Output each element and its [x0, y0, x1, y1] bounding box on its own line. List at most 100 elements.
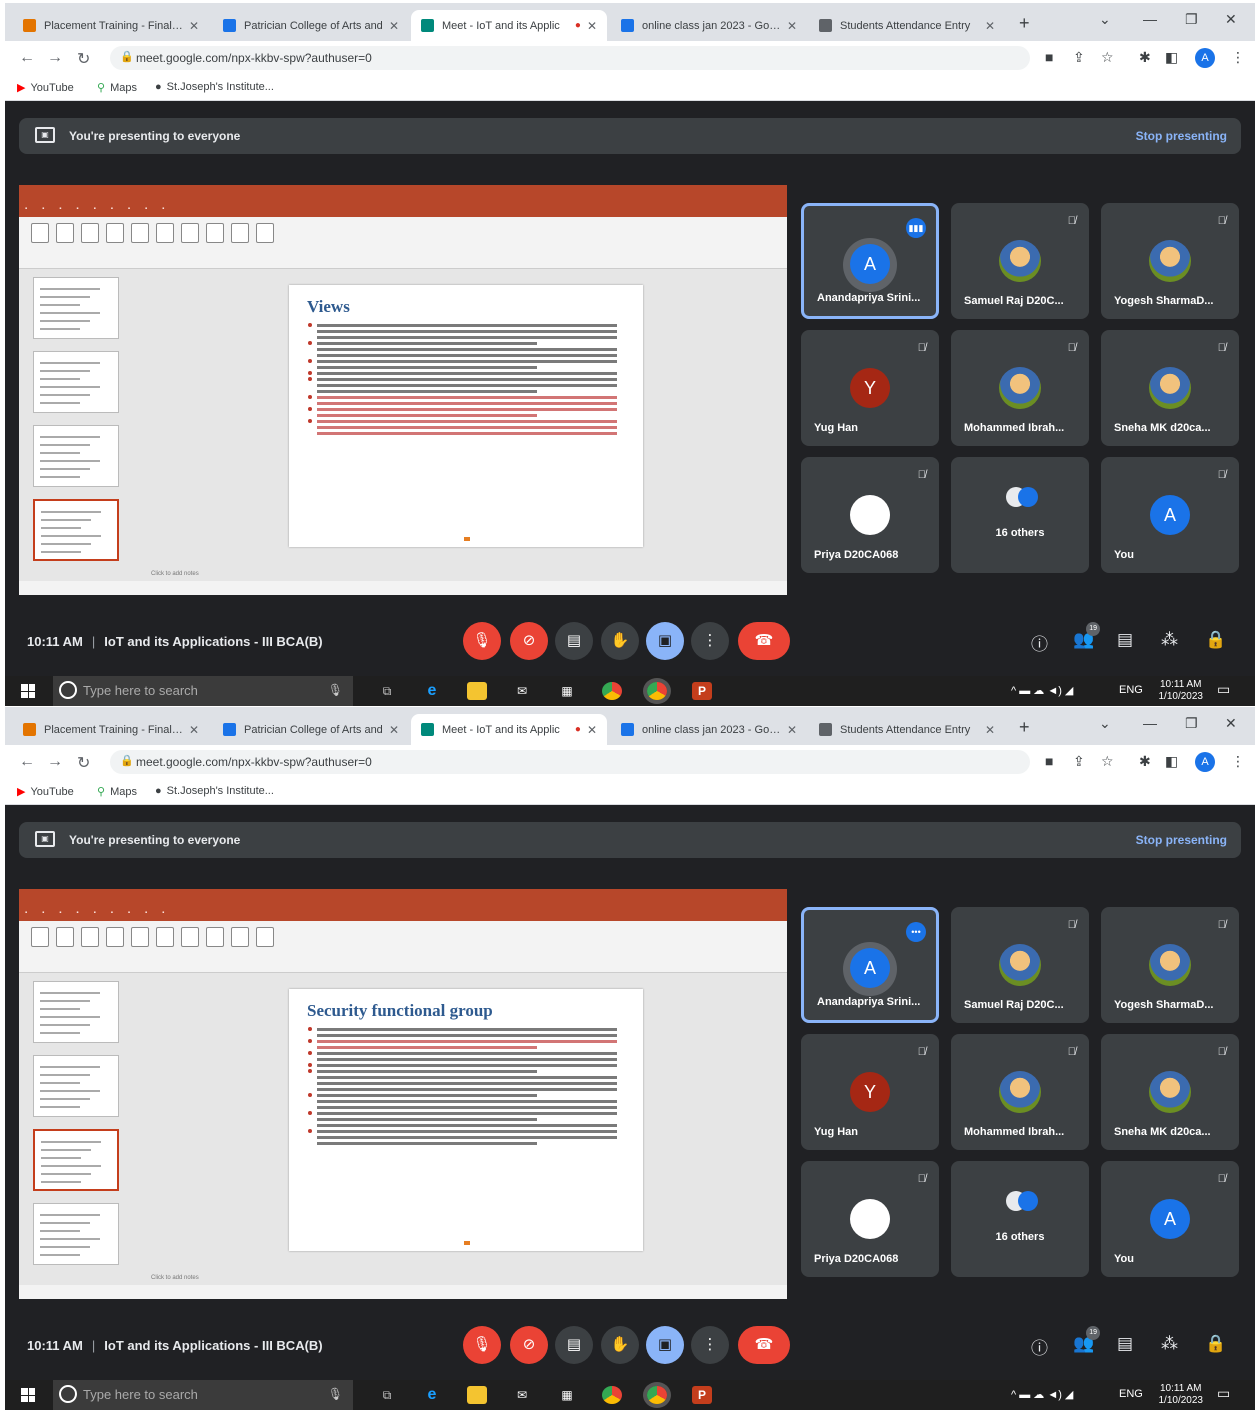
people-icon[interactable]: 👥 19 — [1073, 1326, 1101, 1354]
slide-thumbnail[interactable] — [33, 425, 119, 487]
chrome-profile-icon[interactable] — [647, 682, 667, 700]
task-view-icon[interactable]: ⧉ — [377, 1386, 397, 1404]
mic-icon[interactable]: 🎙 — [328, 1387, 343, 1401]
browser-tab[interactable]: online class jan 2023 - Goog ✕ — [611, 714, 807, 745]
close-tab-icon[interactable]: ✕ — [787, 19, 797, 33]
stop-presenting-button[interactable]: Stop presenting — [1136, 129, 1227, 143]
participant-tile[interactable]: A ▮▮▮ Anandapriya Srini... — [801, 203, 939, 319]
menu-icon[interactable]: ⋮ — [1231, 49, 1245, 66]
ribbon-button[interactable] — [156, 223, 174, 243]
reload-icon[interactable]: ↻ — [77, 753, 90, 773]
minimize-icon[interactable]: — — [1143, 715, 1157, 731]
notes-pane[interactable]: Click to add notes — [147, 1273, 779, 1285]
back-icon[interactable]: ← — [19, 753, 35, 771]
ribbon-button[interactable] — [56, 223, 74, 243]
ribbon-button[interactable] — [256, 223, 274, 243]
ribbon-button[interactable] — [231, 223, 249, 243]
ribbon-button[interactable] — [181, 927, 199, 947]
bookmark-item[interactable]: ⚲ Maps — [97, 81, 137, 95]
bookmark-item[interactable]: ⚲ Maps — [97, 785, 137, 799]
back-icon[interactable]: ← — [19, 49, 35, 67]
camera-icon[interactable]: ■ — [1045, 753, 1053, 769]
edge-icon[interactable]: e — [422, 682, 442, 700]
leave-call-button[interactable]: ☎ — [738, 1326, 790, 1364]
sidepanel-icon[interactable]: ◧ — [1165, 49, 1178, 66]
chrome-icon[interactable] — [602, 682, 622, 700]
taskbar-search[interactable]: Type here to search 🎙 — [53, 1380, 353, 1410]
slide-thumbnail[interactable] — [33, 1203, 119, 1265]
ribbon-button[interactable] — [131, 927, 149, 947]
new-tab-icon[interactable]: + — [1019, 13, 1030, 34]
browser-tab[interactable]: Students Attendance Entry ✕ — [809, 714, 1005, 745]
menu-icon[interactable]: ⋮ — [1231, 753, 1245, 770]
profile-avatar[interactable]: A — [1195, 48, 1215, 68]
bookmark-item[interactable]: ▶ YouTube — [17, 785, 74, 799]
people-icon[interactable]: 👥 19 — [1073, 622, 1101, 650]
participant-tile[interactable]: 🎙̸ Samuel Raj D20C... — [951, 907, 1089, 1023]
language-indicator[interactable]: ENG — [1119, 1388, 1143, 1400]
chrome-profile-icon[interactable] — [647, 1386, 667, 1404]
participant-tile[interactable]: A 🎙̸ You — [1101, 1161, 1239, 1277]
participant-tile[interactable]: 🎙̸ Sneha MK d20ca... — [1101, 330, 1239, 446]
file-explorer-icon[interactable] — [467, 1386, 487, 1404]
extensions-icon[interactable]: ✱ — [1139, 49, 1151, 66]
task-view-icon[interactable]: ⧉ — [377, 682, 397, 700]
close-tab-icon[interactable]: ✕ — [587, 723, 597, 737]
raise-hand-button[interactable]: ✋ — [601, 622, 639, 660]
stop-presenting-button[interactable]: Stop presenting — [1136, 833, 1227, 847]
leave-call-button[interactable]: ☎ — [738, 622, 790, 660]
meeting-details-icon[interactable]: ⓘ — [1031, 630, 1048, 655]
chrome-icon[interactable] — [602, 1386, 622, 1404]
tray-icons[interactable]: ^ ▬ ☁ ◄) ◢ — [1011, 1388, 1073, 1401]
bookmark-item[interactable]: ▶ YouTube — [17, 81, 74, 95]
mail-icon[interactable]: ✉ — [512, 682, 532, 700]
language-indicator[interactable]: ENG — [1119, 684, 1143, 696]
activities-icon[interactable]: ⁂ — [1161, 630, 1178, 650]
ribbon-button[interactable] — [256, 927, 274, 947]
more-options-button[interactable]: ⋮ — [691, 622, 729, 660]
forward-icon[interactable]: → — [47, 49, 63, 67]
close-tab-icon[interactable]: ✕ — [787, 723, 797, 737]
slide-thumbnail[interactable] — [33, 1129, 119, 1191]
mic-off-button[interactable]: 🎙 — [463, 1326, 501, 1364]
captions-button[interactable]: ▤ — [555, 622, 593, 660]
slide-thumbnail[interactable] — [33, 1055, 119, 1117]
activities-icon[interactable]: ⁂ — [1161, 1334, 1178, 1354]
browser-tab[interactable]: Placement Training - Final Ye ✕ — [13, 714, 209, 745]
host-controls-icon[interactable]: 🔒 — [1205, 630, 1226, 650]
ribbon-button[interactable] — [81, 927, 99, 947]
participant-tile[interactable]: 16 others — [951, 1161, 1089, 1277]
edge-icon[interactable]: e — [422, 1386, 442, 1404]
close-tab-icon[interactable]: ✕ — [189, 19, 199, 33]
maximize-icon[interactable]: ❐ — [1185, 715, 1198, 732]
url-field[interactable]: 🔒 meet.google.com/npx-kkbv-spw?authuser=0 — [110, 750, 1030, 774]
participant-tile[interactable]: 🎙̸ Sneha MK d20ca... — [1101, 1034, 1239, 1150]
ribbon-button[interactable] — [206, 927, 224, 947]
close-tab-icon[interactable]: ✕ — [587, 19, 597, 33]
bookmark-star-icon[interactable]: ☆ — [1101, 753, 1114, 770]
slide-thumbnail[interactable] — [33, 351, 119, 413]
taskbar-search[interactable]: Type here to search 🎙 — [53, 676, 353, 706]
participant-tile[interactable]: 🎙̸ Priya D20CA068 — [801, 457, 939, 573]
windows-start-icon[interactable] — [21, 1388, 35, 1402]
mail-icon[interactable]: ✉ — [512, 1386, 532, 1404]
taskbar-clock[interactable]: 10:11 AM 1/10/2023 — [1159, 679, 1204, 703]
extensions-icon[interactable]: ✱ — [1139, 753, 1151, 770]
browser-tab[interactable]: Placement Training - Final Ye ✕ — [13, 10, 209, 41]
mic-icon[interactable]: 🎙 — [328, 683, 343, 697]
notifications-icon[interactable]: ▭ — [1217, 1385, 1230, 1402]
participant-tile[interactable]: Y 🎙̸ Yug Han — [801, 1034, 939, 1150]
bookmark-star-icon[interactable]: ☆ — [1101, 49, 1114, 66]
browser-tab[interactable]: Students Attendance Entry ✕ — [809, 10, 1005, 41]
notifications-icon[interactable]: ▭ — [1217, 681, 1230, 698]
captions-button[interactable]: ▤ — [555, 1326, 593, 1364]
minimize-icon[interactable]: — — [1143, 11, 1157, 27]
ribbon-button[interactable] — [156, 927, 174, 947]
browser-tab[interactable]: Meet - IoT and its Applic ● ✕ — [411, 10, 607, 41]
close-window-icon[interactable]: ✕ — [1225, 11, 1237, 28]
ribbon-button[interactable] — [31, 223, 49, 243]
ribbon-button[interactable] — [106, 927, 124, 947]
powerpoint-icon[interactable]: P — [692, 1386, 712, 1404]
store-icon[interactable]: ▦ — [557, 682, 577, 700]
participant-tile[interactable]: 🎙̸ Samuel Raj D20C... — [951, 203, 1089, 319]
